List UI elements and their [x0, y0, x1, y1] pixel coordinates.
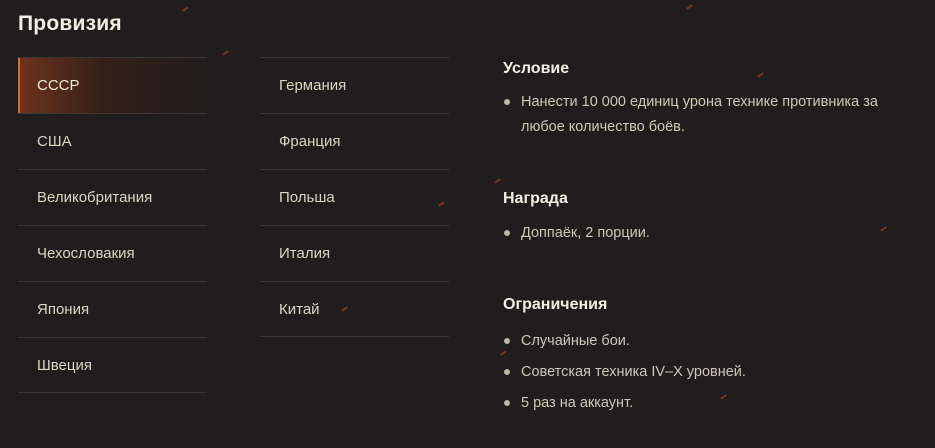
- nation-tab-ussr[interactable]: СССР: [18, 57, 207, 113]
- nation-label: Китай: [279, 300, 320, 318]
- bullet-dot-icon: [504, 338, 510, 344]
- list-item: Доппаёк, 2 порции.: [503, 221, 923, 246]
- provision-page: Провизия СССР США Великобритания Чехосло…: [0, 0, 935, 448]
- nation-tab-sweden[interactable]: Швеция: [18, 337, 207, 393]
- nation-label: СССР: [37, 77, 80, 94]
- nation-tab-italy[interactable]: Италия: [260, 225, 449, 281]
- condition-list: Нанести 10 000 единиц урона технике прот…: [503, 90, 923, 140]
- ember-spark-icon: [222, 50, 229, 56]
- limits-section: Ограничения Случайные бои. Советская тех…: [503, 296, 923, 419]
- page-title: Провизия: [18, 12, 122, 35]
- list-item-text: Случайные бои.: [521, 333, 630, 349]
- list-item: Нанести 10 000 единиц урона технике прот…: [503, 90, 923, 140]
- nation-label: Франция: [279, 133, 341, 150]
- nation-tab-czechoslovakia[interactable]: Чехословакия: [18, 225, 207, 281]
- nation-label: Польша: [279, 189, 335, 206]
- bullet-dot-icon: [504, 400, 510, 406]
- bullet-dot-icon: [504, 369, 510, 375]
- ember-spark-icon: [686, 4, 693, 10]
- nation-label: Германия: [279, 77, 347, 94]
- list-item: 5 раз на аккаунт.: [503, 388, 923, 419]
- condition-heading: Условие: [503, 60, 570, 77]
- nation-label: Великобритания: [37, 189, 153, 206]
- ember-spark-icon: [494, 178, 501, 184]
- nation-label: Швеция: [37, 356, 92, 374]
- bullet-dot-icon: [504, 230, 510, 236]
- limits-list: Случайные бои. Советская техника IV–X ур…: [503, 326, 923, 419]
- nation-label: Италия: [279, 245, 331, 262]
- nation-label: Чехословакия: [37, 245, 135, 262]
- list-item-text: Советская техника IV–X уровней.: [521, 364, 746, 380]
- nation-tab-japan[interactable]: Япония: [18, 281, 207, 337]
- list-item: Случайные бои.: [503, 326, 923, 357]
- nation-list-left: СССР США Великобритания Чехословакия Япо…: [18, 57, 207, 393]
- bullet-dot-icon: [504, 99, 510, 105]
- list-item-text: Нанести 10 000 единиц урона технике прот…: [521, 94, 878, 135]
- nation-label: Япония: [37, 301, 90, 318]
- ember-spark-icon: [182, 6, 189, 12]
- reward-section: Награда Доппаёк, 2 порции.: [503, 190, 923, 246]
- nation-tab-uk[interactable]: Великобритания: [18, 169, 207, 225]
- reward-list: Доппаёк, 2 порции.: [503, 221, 923, 246]
- limits-heading: Ограничения: [503, 296, 608, 313]
- nation-tab-poland[interactable]: Польша: [260, 169, 449, 225]
- nation-tab-usa[interactable]: США: [18, 113, 207, 169]
- condition-section: Условие Нанести 10 000 единиц урона техн…: [503, 60, 923, 140]
- reward-heading: Награда: [503, 190, 568, 207]
- nation-tab-germany[interactable]: Германия: [260, 57, 449, 113]
- nation-tab-france[interactable]: Франция: [260, 113, 449, 169]
- list-item: Советская техника IV–X уровней.: [503, 357, 923, 388]
- nation-label: США: [37, 133, 72, 150]
- nation-list-mid: Германия Франция Польша Италия Китай: [260, 57, 449, 337]
- list-item-text: Доппаёк, 2 порции.: [521, 225, 650, 241]
- list-item-text: 5 раз на аккаунт.: [521, 395, 634, 411]
- nation-tab-china[interactable]: Китай: [260, 281, 449, 337]
